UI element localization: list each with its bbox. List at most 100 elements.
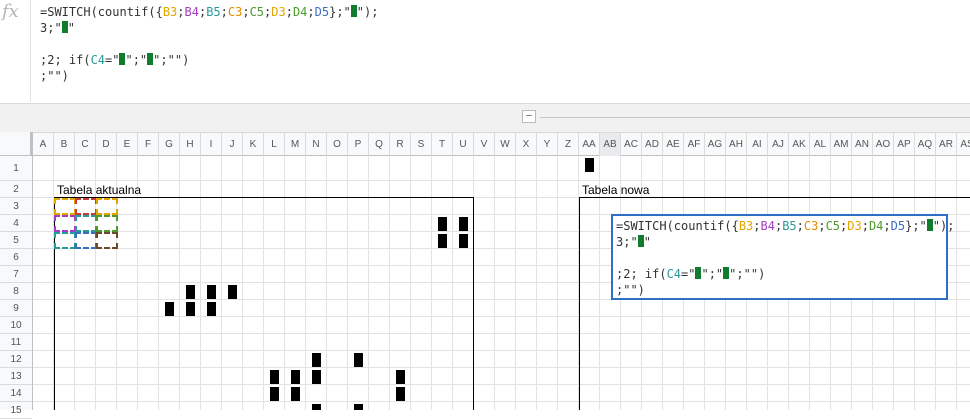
reference-highlight-c3 xyxy=(75,198,97,215)
column-header-al[interactable]: AL xyxy=(810,133,831,156)
row-header-5[interactable]: 5 xyxy=(0,232,32,249)
column-header-ak[interactable]: AK xyxy=(789,133,810,156)
formula-token: ; xyxy=(177,5,185,19)
column-header-y[interactable]: Y xyxy=(537,133,558,156)
column-header-am[interactable]: AM xyxy=(831,133,852,156)
grid-line xyxy=(431,156,432,410)
column-header-aq[interactable]: AQ xyxy=(915,133,936,156)
column-header-z[interactable]: Z xyxy=(558,133,579,156)
column-header-ap[interactable]: AP xyxy=(894,133,915,156)
column-header-b[interactable]: B xyxy=(54,133,75,156)
row-header-10[interactable]: 10 xyxy=(0,317,32,334)
formula-line: ;"") xyxy=(616,282,943,298)
column-header-i[interactable]: I xyxy=(201,133,222,156)
column-header-k[interactable]: K xyxy=(243,133,264,156)
column-header-ae[interactable]: AE xyxy=(663,133,684,156)
grid-line xyxy=(494,156,495,410)
row-header-3[interactable]: 3 xyxy=(0,198,32,215)
row-header-2[interactable]: 2 xyxy=(0,181,32,198)
formula-token: 3;" xyxy=(616,235,638,249)
column-header-l[interactable]: L xyxy=(264,133,285,156)
black-cell-block xyxy=(312,353,321,367)
formula-token: =" xyxy=(105,53,120,67)
column-header-ai[interactable]: AI xyxy=(747,133,768,156)
row-header-7[interactable]: 7 xyxy=(0,266,32,283)
grid-line xyxy=(557,156,558,410)
column-header-ac[interactable]: AC xyxy=(621,133,642,156)
column-header-f[interactable]: F xyxy=(138,133,159,156)
column-header-aa[interactable]: AA xyxy=(579,133,600,156)
column-header-u[interactable]: U xyxy=(453,133,474,156)
formula-token: ";" xyxy=(701,267,724,281)
cell-reference: C4 xyxy=(90,53,106,67)
column-header-o[interactable]: O xyxy=(327,133,348,156)
row-header-4[interactable]: 4 xyxy=(0,215,32,232)
column-header-t[interactable]: T xyxy=(432,133,453,156)
formula-token: ";" xyxy=(125,53,148,67)
grid-line xyxy=(158,156,159,410)
formula-token: };" xyxy=(329,5,351,19)
column-header-h[interactable]: H xyxy=(180,133,201,156)
column-header-ah[interactable]: AH xyxy=(726,133,747,156)
column-header-ad[interactable]: AD xyxy=(642,133,663,156)
new-table-top-border xyxy=(579,197,970,198)
column-header-s[interactable]: S xyxy=(411,133,432,156)
column-header-af[interactable]: AF xyxy=(684,133,705,156)
row-header-15[interactable]: 15 xyxy=(0,402,32,419)
cell-editor[interactable]: =SWITCH(countif({B3;B4;B5;C3;C5;D3;D4;D5… xyxy=(611,214,954,300)
formula-token: ";"") xyxy=(153,53,190,67)
grid-line xyxy=(221,156,222,410)
collapse-formula-bar-button[interactable]: − xyxy=(522,110,536,123)
grid-line xyxy=(33,401,970,402)
cell-reference: D4 xyxy=(292,5,308,19)
column-header-v[interactable]: V xyxy=(474,133,495,156)
column-header-d[interactable]: D xyxy=(96,133,117,156)
column-header-ab[interactable]: AB xyxy=(600,133,621,156)
column-header-j[interactable]: J xyxy=(222,133,243,156)
column-header-m[interactable]: M xyxy=(285,133,306,156)
row-header-13[interactable]: 13 xyxy=(0,368,32,385)
black-cell-block xyxy=(438,234,447,248)
grid-line xyxy=(33,316,970,317)
grid-line xyxy=(305,156,306,410)
column-header-e[interactable]: E xyxy=(117,133,138,156)
column-header-an[interactable]: AN xyxy=(852,133,873,156)
row-header-1[interactable]: 1 xyxy=(0,156,32,181)
column-header-x[interactable]: X xyxy=(516,133,537,156)
cell-reference: B5 xyxy=(206,5,221,19)
reference-highlight-c4 xyxy=(75,215,97,232)
row-header-11[interactable]: 11 xyxy=(0,334,32,351)
column-header-ao[interactable]: AO xyxy=(873,133,894,156)
cell-editor-text[interactable]: =SWITCH(countif({B3;B4;B5;C3;C5;D3;D4;D5… xyxy=(616,218,954,298)
formula-text[interactable]: =SWITCH(countif({B3;B4;B5;C3;C5;D3;D4;D5… xyxy=(40,4,378,84)
formula-bar[interactable]: fx =SWITCH(countif({B3;B4;B5;C3;C5;D3;D4… xyxy=(0,0,970,103)
formula-token: " xyxy=(643,235,651,249)
select-all-corner[interactable] xyxy=(0,132,33,156)
column-header-r[interactable]: R xyxy=(390,133,411,156)
formula-token: ; xyxy=(796,219,804,233)
column-header-ar[interactable]: AR xyxy=(936,133,957,156)
column-header-n[interactable]: N xyxy=(306,133,327,156)
column-header-g[interactable]: G xyxy=(159,133,180,156)
formula-token: "); xyxy=(932,219,955,233)
column-header-w[interactable]: W xyxy=(495,133,516,156)
grid-line xyxy=(515,156,516,410)
column-header-as[interactable]: AS xyxy=(957,133,970,156)
cell-reference: B3 xyxy=(738,219,754,233)
column-header-c[interactable]: C xyxy=(75,133,96,156)
grid-line xyxy=(263,156,264,410)
row-header-6[interactable]: 6 xyxy=(0,249,32,266)
column-header-aj[interactable]: AJ xyxy=(768,133,789,156)
row-header-12[interactable]: 12 xyxy=(0,351,32,368)
column-header-p[interactable]: P xyxy=(348,133,369,156)
row-header-9[interactable]: 9 xyxy=(0,300,32,317)
column-header-q[interactable]: Q xyxy=(369,133,390,156)
column-header-ag[interactable]: AG xyxy=(705,133,726,156)
column-header-a[interactable]: A xyxy=(33,133,54,156)
reference-highlight-b3 xyxy=(54,198,76,215)
black-cell-block xyxy=(270,387,279,401)
grid-line xyxy=(33,333,970,334)
row-header-8[interactable]: 8 xyxy=(0,283,32,300)
reference-highlight-d4 xyxy=(96,215,118,232)
row-header-14[interactable]: 14 xyxy=(0,385,32,402)
